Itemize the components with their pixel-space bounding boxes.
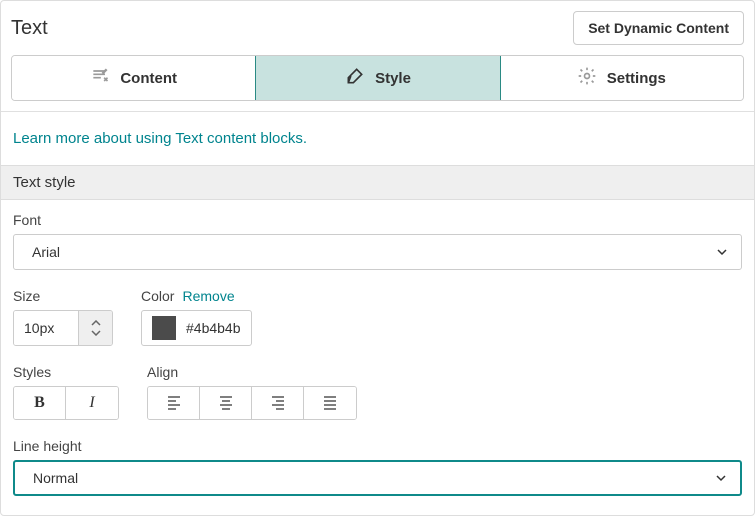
align-center-icon <box>218 394 234 413</box>
chevron-down-icon <box>717 247 727 257</box>
color-remove-link[interactable]: Remove <box>182 288 234 304</box>
size-input[interactable] <box>14 311 78 345</box>
color-combo: #4b4b4b <box>141 310 252 346</box>
tab-label: Content <box>120 70 177 87</box>
gear-icon <box>577 66 597 90</box>
tab-label: Style <box>375 70 411 87</box>
tab-style[interactable]: Style <box>255 55 500 101</box>
align-group <box>147 386 357 420</box>
style-icon <box>345 66 365 90</box>
panel-title: Text <box>11 17 48 40</box>
size-stepper[interactable] <box>78 311 112 345</box>
align-label: Align <box>147 364 357 380</box>
color-label: Color <box>141 288 174 304</box>
bold-button[interactable]: B <box>14 387 66 419</box>
align-right-icon <box>270 394 286 413</box>
tab-label: Settings <box>607 70 666 87</box>
content-icon <box>90 66 110 90</box>
italic-button[interactable]: I <box>66 387 118 419</box>
text-block-panel: Text Set Dynamic Content Content Style <box>0 0 755 516</box>
align-justify-button[interactable] <box>304 387 356 419</box>
color-hex: #4b4b4b <box>186 320 241 336</box>
panel-header: Text Set Dynamic Content <box>1 1 754 55</box>
set-dynamic-content-button[interactable]: Set Dynamic Content <box>573 11 744 45</box>
help-link[interactable]: Learn more about using Text content bloc… <box>13 130 307 147</box>
font-select[interactable]: Arial <box>13 234 742 270</box>
chevron-down-icon <box>716 473 726 483</box>
size-label: Size <box>13 288 113 304</box>
styles-group: B I <box>13 386 119 420</box>
tab-settings[interactable]: Settings <box>500 56 743 100</box>
color-swatch[interactable] <box>152 316 176 340</box>
help-link-row: Learn more about using Text content bloc… <box>1 112 754 165</box>
align-justify-icon <box>322 394 338 413</box>
section-body: Font Arial Size <box>1 200 754 508</box>
styles-label: Styles <box>13 364 119 380</box>
section-header: Text style <box>1 165 754 200</box>
font-value: Arial <box>32 244 60 260</box>
tab-content[interactable]: Content <box>12 56 256 100</box>
line-height-select[interactable]: Normal <box>13 460 742 496</box>
font-label: Font <box>13 212 742 228</box>
size-combo <box>13 310 113 346</box>
align-right-button[interactable] <box>252 387 304 419</box>
tab-bar: Content Style Settings <box>11 55 744 101</box>
align-left-icon <box>166 394 182 413</box>
align-left-button[interactable] <box>148 387 200 419</box>
line-height-value: Normal <box>33 470 78 486</box>
align-center-button[interactable] <box>200 387 252 419</box>
line-height-label: Line height <box>13 438 742 454</box>
